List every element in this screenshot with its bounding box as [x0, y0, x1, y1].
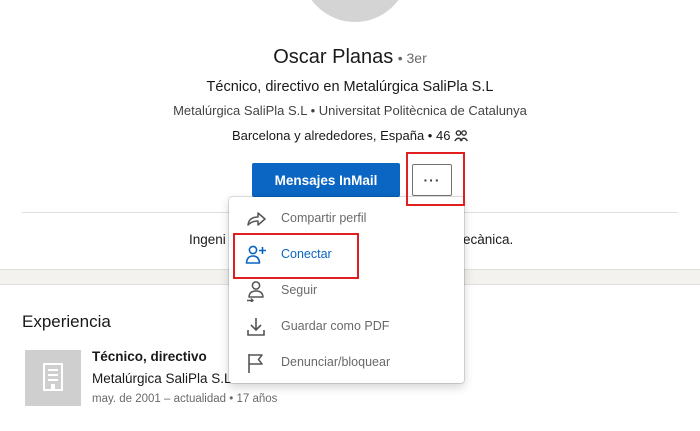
menu-item-label: Compartir perfil — [281, 211, 367, 225]
menu-item-follow[interactable]: Seguir — [229, 273, 464, 309]
job-title[interactable]: Técnico, directivo — [92, 349, 207, 364]
more-actions-menu: Compartir perfil Conectar Seguir Guardar… — [229, 197, 464, 383]
people-icon[interactable] — [454, 130, 469, 145]
inmail-button[interactable]: Mensajes InMail — [252, 163, 400, 197]
location-line: Barcelona y alrededores, España • 46 — [0, 128, 700, 145]
profile-org-line[interactable]: Metalúrgica SaliPla S.L • Universitat Po… — [0, 103, 700, 118]
menu-item-connect[interactable]: Conectar — [229, 237, 464, 273]
building-icon[interactable] — [25, 350, 81, 406]
menu-item-save-pdf[interactable]: Guardar como PDF — [229, 309, 464, 345]
menu-item-label: Conectar — [281, 247, 332, 261]
location-text: Barcelona y alrededores, España • 46 — [231, 128, 451, 143]
menu-item-report-block[interactable]: Denunciar/bloquear — [229, 345, 464, 381]
download-icon — [245, 316, 267, 338]
menu-item-label: Denunciar/bloquear — [281, 355, 391, 369]
menu-item-label: Guardar como PDF — [281, 319, 390, 333]
menu-item-share-profile[interactable]: Compartir perfil — [229, 201, 464, 237]
connection-degree: • 3er — [397, 50, 427, 66]
profile-headline: Técnico, directivo en Metalúrgica SaliPl… — [206, 79, 494, 95]
menu-item-label: Seguir — [281, 283, 318, 297]
job-company: Metalúrgica SaliPla S.L — [92, 371, 232, 386]
profile-name: Oscar Planas — [273, 46, 394, 68]
job-dates: may. de 2001 – actualidad • 17 años — [92, 393, 278, 405]
flag-icon — [245, 352, 267, 374]
name-line: Oscar Planas • 3er — [0, 46, 700, 69]
more-actions-button[interactable]: ··· — [412, 164, 452, 196]
about-text-left: Ingeni — [189, 232, 226, 247]
share-arrow-icon — [245, 208, 267, 230]
experience-title: Experiencia — [22, 312, 111, 331]
follow-person-icon — [245, 280, 267, 303]
add-person-icon — [245, 244, 267, 266]
about-text-right: ecànica. — [463, 232, 514, 247]
avatar[interactable] — [297, 0, 413, 26]
